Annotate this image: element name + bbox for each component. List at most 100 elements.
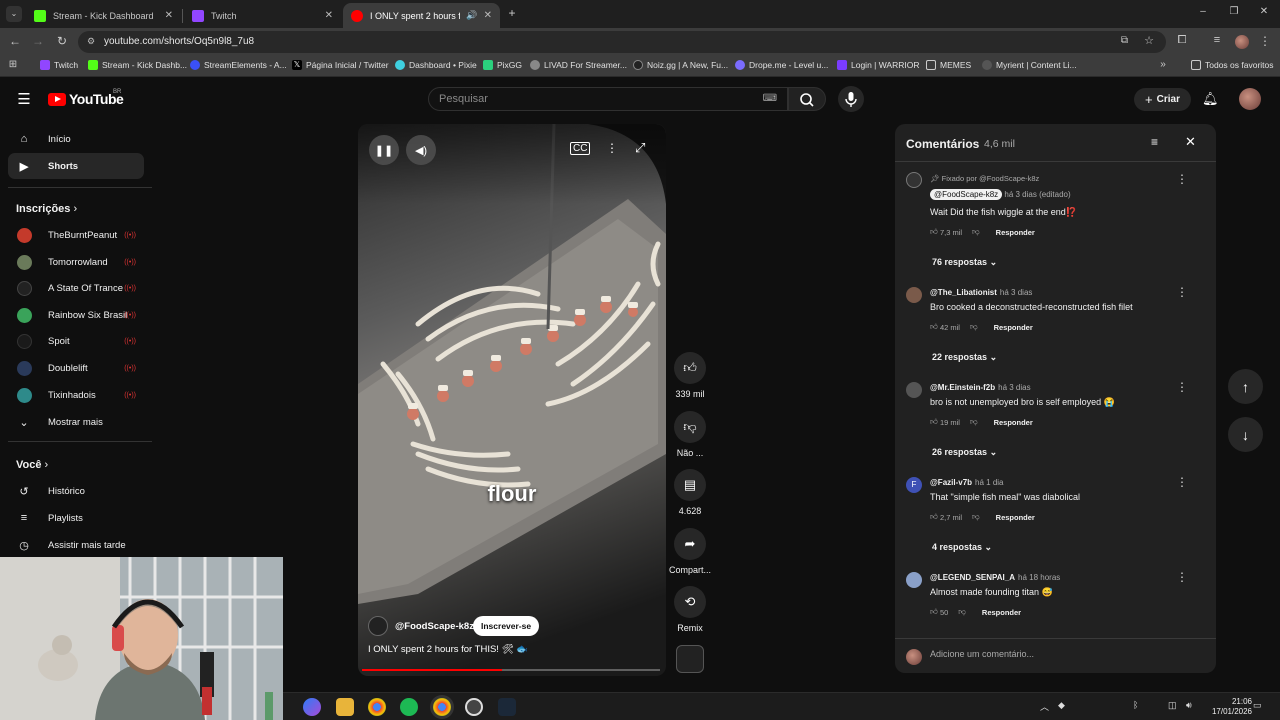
all-bookmarks-folder[interactable]: Todos os favoritos [1191,60,1274,70]
dislike-icon[interactable]: 👎︎ [970,322,978,332]
comment-menu-icon[interactable]: ⋮ [1176,172,1188,186]
bookmark-item[interactable]: Login | WARRIOR [837,60,920,70]
comment-menu-icon[interactable]: ⋮ [1176,570,1188,584]
tab-kick[interactable]: Stream - Kick Dashboard ✕ [26,3,181,28]
file-explorer-icon[interactable] [336,698,354,716]
replies-toggle[interactable]: 76 respostas ⌄ [932,257,997,268]
search-input[interactable] [439,93,739,105]
dislike-icon[interactable]: 👎︎ [970,417,978,427]
fullscreen-icon[interactable]: ⤢ [635,140,645,156]
restore-icon[interactable]: ❐ [1227,6,1241,17]
channel-avatar[interactable] [368,616,388,636]
comment-avatar[interactable]: F [906,477,922,493]
subscription-item[interactable]: A State Of Trance ((•)) [8,275,144,301]
reply-button[interactable]: Responder [996,513,1035,522]
address-bar[interactable]: ⚙ youtube.com/shorts/Oq5n9l8_7u8 ⧉ ☆ [78,31,1166,53]
like-button[interactable]: 👍︎ 339 mil [668,352,712,399]
comment-menu-icon[interactable]: ⋮ [1176,285,1188,299]
more-options-icon[interactable]: ⋮ [606,141,618,155]
like-icon[interactable]: 👍︎ [930,512,938,522]
spotify-icon[interactable] [400,698,418,716]
close-icon[interactable]: ✕ [325,10,333,21]
reply-button[interactable]: Responder [982,608,1021,617]
site-info-icon[interactable]: ⚙ [87,36,95,47]
tray-overflow-icon[interactable]: ︿ [1040,700,1049,713]
tray-app-icon[interactable]: ◆ [1058,700,1065,711]
comment-author[interactable]: @The_Libationist há 3 dias [930,288,1032,297]
bookmark-item[interactable]: Drope.me - Level u... [735,60,828,70]
steam-icon[interactable] [498,698,516,716]
speaker-icon[interactable]: 🔊 [466,10,477,21]
dislike-icon[interactable]: 👎︎ [972,227,980,237]
pause-button[interactable]: ❚❚ [369,135,399,165]
sidebar-item-home[interactable]: ⌂ Início [8,126,144,152]
comment-menu-icon[interactable]: ⋮ [1176,475,1188,489]
comment-author[interactable]: @Mr.Einstein-f2b há 3 dias [930,383,1031,392]
subscribe-button[interactable]: Inscrever-se [473,616,540,636]
comment-avatar[interactable] [906,572,922,588]
subscription-item[interactable]: Spoit ((•)) [8,328,144,354]
chrome-active-icon[interactable] [433,698,451,716]
menu-dots-icon[interactable]: ⋮ [1259,34,1271,48]
reply-button[interactable]: Responder [994,418,1033,427]
dislike-button[interactable]: 👎︎ Não ... [668,411,712,458]
previous-short-button[interactable]: ↑ [1228,369,1263,404]
subscription-item[interactable]: Doublelift ((•)) [8,355,144,381]
close-icon[interactable]: ✕ [484,10,492,21]
chrome-icon[interactable] [368,698,386,716]
new-tab-icon[interactable]: + [505,6,519,20]
subscriptions-heading[interactable]: Inscrições › [16,203,77,215]
comment-avatar[interactable] [906,287,922,303]
network-icon[interactable]: ◫ [1168,700,1177,711]
remix-button[interactable]: ⟲ Remix [668,586,712,633]
sidebar-item-shorts[interactable]: ▶ Shorts [8,153,144,179]
comment-author[interactable]: @Fazil-v7b há 1 dia [930,478,1004,487]
progress-bar[interactable] [362,669,660,671]
dislike-icon[interactable]: 👎︎ [972,512,980,522]
like-icon[interactable]: 👍︎ [930,417,938,427]
bookmark-item[interactable]: Noiz.gg | A New, Fu... [633,60,728,70]
like-icon[interactable]: 👍︎ [930,227,938,237]
menu-hamburger-icon[interactable]: ☰ [15,90,33,108]
sort-icon[interactable]: ≡ [1151,135,1158,149]
bookmark-item[interactable]: Dashboard • Pixie [395,60,477,70]
comment-author[interactable]: @FoodScape-k8z há 3 dias (editado) [930,189,1071,200]
bookmark-item[interactable]: LIVAD For Streamer... [530,60,627,70]
sidebar-item-playlists[interactable]: ≡ Playlists [8,505,144,531]
replies-toggle[interactable]: 22 respostas ⌄ [932,352,997,363]
comment-author[interactable]: @LEGEND_SENPAI_A há 18 horas [930,573,1060,582]
channel-name[interactable]: @FoodScape-k8z [395,621,474,632]
more-bookmarks-icon[interactable]: » [1158,59,1168,70]
you-heading[interactable]: Você › [16,459,48,471]
bookmark-item[interactable]: PixGG [483,60,522,70]
search-button[interactable] [788,87,826,111]
tab-twitch[interactable]: Twitch ✕ [184,3,341,28]
back-icon[interactable]: ← [8,34,22,48]
reply-button[interactable]: Responder [996,228,1035,237]
sidebar-item-watch-later[interactable]: ◷ Assistir mais tarde [8,532,144,558]
volume-button[interactable]: ◀) [406,135,436,165]
comment-menu-icon[interactable]: ⋮ [1176,380,1188,394]
subscription-item[interactable]: Tixinhadois ((•)) [8,382,144,408]
bookmark-folder[interactable]: MEMES [926,60,971,70]
obs-icon[interactable] [465,698,483,716]
account-avatar[interactable] [1239,88,1261,110]
like-icon[interactable]: 👍︎ [930,322,938,332]
apps-grid-icon[interactable]: ⊞ [7,59,19,70]
bookmark-star-icon[interactable]: ☆ [1144,34,1154,47]
sound-thumbnail[interactable] [676,645,704,673]
sidebar-item-history[interactable]: ↺ Histórico [8,478,144,504]
close-icon[interactable]: ✕ [1185,134,1196,150]
install-app-icon[interactable]: ⧉ [1121,35,1128,46]
dislike-icon[interactable]: 👎︎ [958,607,966,617]
replies-toggle[interactable]: 4 respostas ⌄ [932,542,992,553]
like-icon[interactable]: 👍︎ [930,607,938,617]
volume-icon[interactable]: 🔊︎ [1186,700,1192,711]
bookmark-item[interactable]: 𝕏 Página Inicial / Twitter [292,60,389,70]
profile-avatar[interactable] [1235,35,1249,49]
tab-search-icon[interactable]: ⌄ [6,6,22,22]
system-clock[interactable]: 21:06 17/01/2026 [1212,697,1252,717]
create-button[interactable]: + Criar [1134,88,1191,111]
replies-toggle[interactable]: 26 respostas ⌄ [932,447,997,458]
voice-search-button[interactable] [838,86,864,112]
